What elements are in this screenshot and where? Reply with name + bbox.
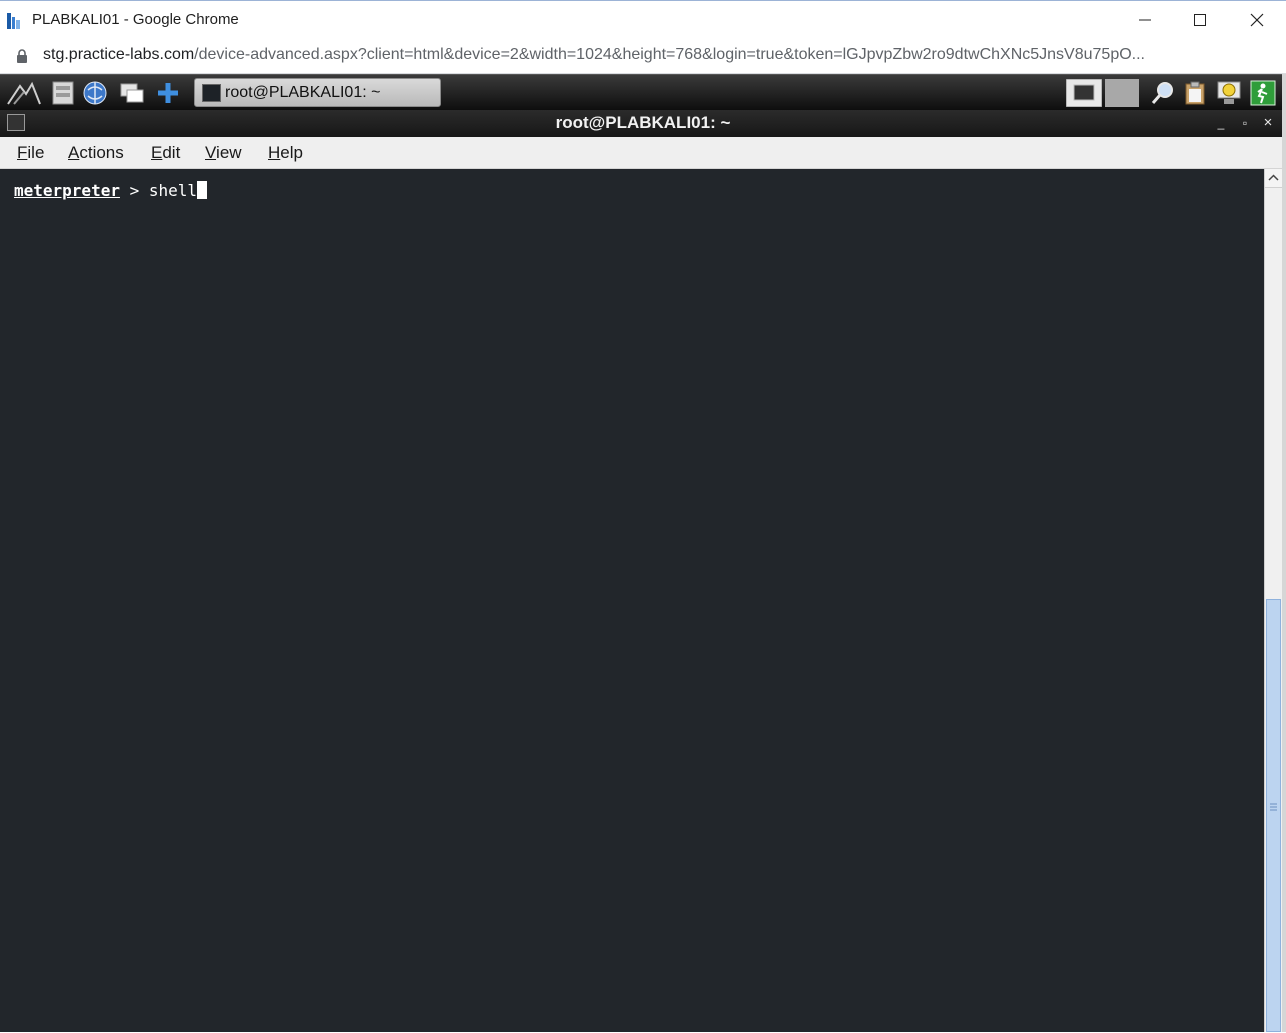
menu-file[interactable]: File xyxy=(17,143,44,163)
chevron-up-icon xyxy=(1268,174,1279,181)
window-right-border xyxy=(1282,74,1286,1032)
scroll-up-button[interactable] xyxy=(1265,169,1282,188)
terminal-title-bar: root@PLABKALI01: ~ _ ▫ × xyxy=(0,110,1286,137)
taskbar-terminal-label: root@PLABKALI01: ~ xyxy=(225,84,381,101)
menu-help[interactable]: Help xyxy=(268,143,303,163)
terminal-prompt-line: meterpreter > shell xyxy=(14,181,208,200)
url-path: /device-advanced.aspx?client=html&device… xyxy=(194,46,1145,63)
add-launcher-icon[interactable] xyxy=(155,80,181,106)
kali-menu-icon[interactable] xyxy=(6,80,42,106)
taskbar-terminal-button[interactable]: root@PLABKALI01: ~ xyxy=(194,78,441,107)
maximize-icon xyxy=(1194,14,1206,26)
address-bar[interactable]: stg.practice-labs.com/device-advanced.as… xyxy=(0,38,1286,74)
logout-icon[interactable] xyxy=(1250,80,1276,106)
search-icon[interactable] xyxy=(1150,80,1176,106)
maximize-window-button[interactable] xyxy=(1172,1,1228,39)
close-icon xyxy=(1250,13,1264,27)
notification-bulb-icon[interactable] xyxy=(1216,80,1242,106)
desktop-panel: root@PLABKALI01: ~ xyxy=(0,74,1286,110)
typed-command: shell xyxy=(148,181,198,200)
terminal-output-area[interactable]: meterpreter > shell xyxy=(0,169,1264,1032)
show-desktop-icon[interactable] xyxy=(119,80,145,106)
terminal-menu-bar: File Actions Edit View Help xyxy=(0,137,1286,169)
terminal-minimize-button[interactable]: _ xyxy=(1211,114,1231,132)
terminal-icon xyxy=(202,84,221,102)
browser-title-bar: PLABKALI01 - Google Chrome xyxy=(0,0,1286,38)
workspace-switcher-2[interactable] xyxy=(1105,79,1139,107)
clipboard-icon[interactable] xyxy=(1182,80,1208,106)
url-text[interactable]: stg.practice-labs.com/device-advanced.as… xyxy=(43,46,1273,64)
prompt-separator: > xyxy=(119,181,149,200)
menu-view[interactable]: View xyxy=(205,143,242,163)
practice-labs-icon xyxy=(7,13,20,29)
menu-edit[interactable]: Edit xyxy=(151,143,180,163)
terminal-close-button[interactable]: × xyxy=(1258,114,1278,132)
minimize-icon xyxy=(1139,19,1151,21)
window-title: PLABKALI01 - Google Chrome xyxy=(32,11,239,28)
close-window-button[interactable] xyxy=(1229,1,1285,39)
scroll-thumb[interactable] xyxy=(1266,599,1281,1032)
terminal-window-title: root@PLABKALI01: ~ xyxy=(555,113,731,132)
url-host: stg.practice-labs.com xyxy=(43,46,195,63)
meterpreter-prompt: meterpreter xyxy=(14,181,120,200)
text-cursor xyxy=(197,181,208,199)
grip-icon xyxy=(1270,803,1277,811)
terminal-scrollbar[interactable] xyxy=(1264,169,1282,1032)
minimize-window-button[interactable] xyxy=(1117,1,1173,39)
file-manager-icon[interactable] xyxy=(50,80,76,106)
browser-globe-icon[interactable] xyxy=(82,80,108,106)
lock-icon xyxy=(17,49,27,63)
workspace-switcher-active[interactable] xyxy=(1066,79,1102,107)
menu-actions[interactable]: Actions xyxy=(68,143,124,163)
terminal-maximize-button[interactable]: ▫ xyxy=(1235,114,1255,132)
